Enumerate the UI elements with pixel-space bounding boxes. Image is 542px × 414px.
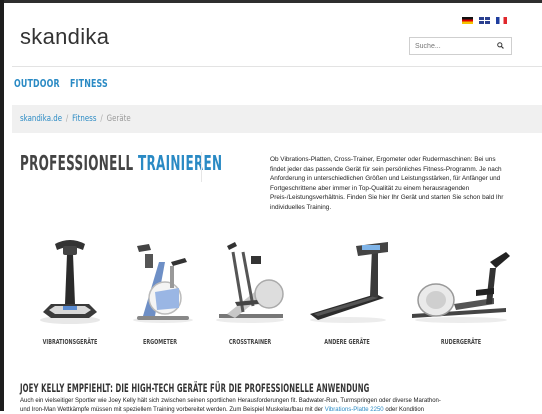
site-logo[interactable]: skandika — [20, 24, 109, 50]
breadcrumb-fitness[interactable]: Fitness — [72, 114, 96, 124]
page-title-part2: TRAINIEREN — [138, 151, 222, 175]
article-text: Auch ein vielseitiger Sportler wie Joey … — [20, 397, 520, 414]
nav-item-outdoor[interactable]: OUTDOOR — [14, 77, 60, 90]
category-label: RUDERGERÄTE — [430, 338, 493, 346]
vibration-plate-image — [25, 232, 115, 327]
vibration-plate-link[interactable]: Vibrations-Platte 2250 — [325, 407, 384, 413]
article-line: Auch ein vielseitiger Sportler wie Joey … — [20, 397, 520, 406]
search-box — [409, 37, 512, 55]
category-label: VIBRATIONSGERÄTE — [39, 338, 102, 346]
category-label: CROSSTRAINER — [219, 338, 282, 346]
header-divider — [12, 66, 542, 67]
category-ergometer[interactable]: ERGOMETER — [115, 232, 205, 350]
search-icon[interactable] — [497, 42, 504, 49]
french-flag-icon[interactable] — [496, 17, 507, 24]
intro-text: Ob Vibrations-Platten, Cross-Trainer, Er… — [270, 155, 508, 212]
crosstrainer-image — [205, 232, 295, 327]
category-rowing[interactable]: RUDERGERÄTE — [416, 232, 506, 350]
breadcrumb-current: Geräte — [107, 114, 131, 124]
page-title: PROFESSIONELL TRAINIEREN — [20, 151, 222, 175]
category-vibration[interactable]: VIBRATIONSGERÄTE — [25, 232, 115, 350]
nav-item-fitness[interactable]: FITNESS — [70, 77, 108, 90]
breadcrumb-home[interactable]: skandika.de — [20, 114, 62, 124]
exercise-bike-image — [115, 232, 205, 327]
uk-flag-icon[interactable] — [479, 17, 490, 24]
page-title-part1: PROFESSIONELL — [20, 151, 133, 175]
breadcrumb-separator: / — [100, 114, 102, 124]
category-other[interactable]: ANDERE GERÄTE — [302, 232, 392, 350]
category-label: ERGOMETER — [129, 338, 192, 346]
search-input[interactable] — [415, 40, 490, 52]
category-crosstrainer[interactable]: CROSSTRAINER — [205, 232, 295, 350]
article-heading: JOEY KELLY EMPFIEHLT: DIE HIGH-TECH GERÄ… — [20, 381, 369, 395]
article-line: und Iron-Man Wettkämpfe müssen mit spezi… — [20, 406, 520, 414]
breadcrumb: skandika.de / Fitness / Geräte — [12, 105, 542, 133]
german-flag-icon[interactable] — [462, 17, 473, 24]
main-nav: OUTDOOR FITNESS — [14, 77, 122, 90]
rowing-machine-image — [406, 232, 516, 327]
treadmill-image — [302, 232, 392, 327]
language-switcher — [462, 17, 507, 24]
breadcrumb-separator: / — [66, 114, 68, 124]
category-label: ANDERE GERÄTE — [316, 338, 379, 346]
title-divider — [201, 152, 202, 182]
product-categories: VIBRATIONSGERÄTE ERGOMETER CROSSTRA — [0, 232, 542, 362]
